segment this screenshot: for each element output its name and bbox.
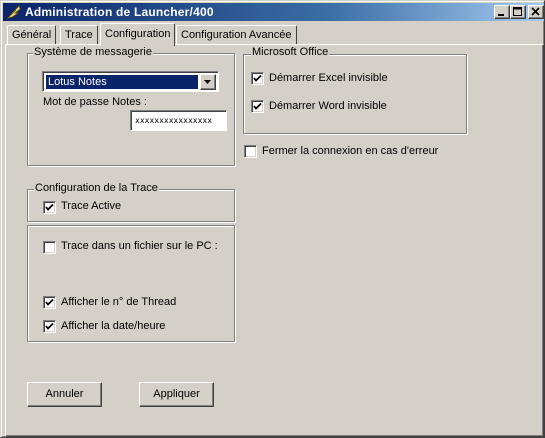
checkmark-icon xyxy=(45,298,54,306)
maximize-button[interactable] xyxy=(510,5,526,19)
notes-password-field[interactable]: xxxxxxxxxxxxxxxx xyxy=(130,110,227,131)
trace-config-group-label: Configuration de la Trace xyxy=(34,182,159,194)
show-datetime-label: Afficher la date/heure xyxy=(61,320,166,332)
excel-invisible-checkbox[interactable] xyxy=(251,72,264,85)
close-button[interactable] xyxy=(528,5,544,19)
minimize-button[interactable] xyxy=(494,5,510,19)
close-icon xyxy=(531,7,540,16)
tab-label: Trace xyxy=(65,29,93,41)
dropdown-button[interactable] xyxy=(200,74,216,90)
show-thread-label: Afficher le n° de Thread xyxy=(61,296,177,308)
checkmark-icon xyxy=(253,102,262,110)
minimize-icon xyxy=(498,14,504,16)
tab-label: Configuration Avancée xyxy=(181,29,292,41)
trace-file-label: Trace dans un fichier sur le PC : xyxy=(61,240,218,252)
messaging-system-value: Lotus Notes xyxy=(46,75,198,89)
notes-password-label: Mot de passe Notes : xyxy=(43,96,147,108)
messaging-system-select[interactable]: Lotus Notes xyxy=(42,71,219,92)
messaging-group-label: Système de messagerie xyxy=(33,46,153,58)
launcher-feather-icon xyxy=(6,4,22,20)
tab-trace[interactable]: Trace xyxy=(60,25,98,45)
cancel-button[interactable]: Annuler xyxy=(27,382,102,407)
tab-general[interactable]: Général xyxy=(7,25,57,45)
show-thread-checkbox[interactable] xyxy=(43,296,56,309)
close-on-error-checkbox[interactable] xyxy=(244,145,257,158)
maximize-icon xyxy=(513,7,522,16)
excel-invisible-label: Démarrer Excel invisible xyxy=(269,72,388,84)
apply-button[interactable]: Appliquer xyxy=(139,382,214,407)
trace-file-checkbox[interactable] xyxy=(43,241,56,254)
close-on-error-label: Fermer la connexion en cas d'erreur xyxy=(262,145,439,157)
title-bar[interactable]: Administration de Launcher/400 xyxy=(3,3,544,21)
word-invisible-label: Démarrer Word invisible xyxy=(269,100,387,112)
chevron-down-icon xyxy=(204,80,211,84)
office-group-label: Microsoft Office xyxy=(251,46,330,58)
office-group xyxy=(243,54,467,134)
checkmark-icon xyxy=(45,203,54,211)
checkmark-icon xyxy=(253,74,262,82)
trace-active-checkbox[interactable] xyxy=(43,201,56,214)
tab-label: Général xyxy=(12,29,52,41)
launcher-admin-window: Administration de Launcher/400 Général T… xyxy=(0,0,545,438)
tab-configuration-avancee[interactable]: Configuration Avancée xyxy=(176,25,297,45)
word-invisible-checkbox[interactable] xyxy=(251,100,264,113)
trace-active-label: Trace Active xyxy=(61,200,122,212)
tab-label: Configuration xyxy=(105,28,171,40)
tab-configuration[interactable]: Configuration xyxy=(100,23,175,46)
window-title: Administration de Launcher/400 xyxy=(25,5,214,19)
checkmark-icon xyxy=(45,322,54,330)
show-datetime-checkbox[interactable] xyxy=(43,320,56,333)
